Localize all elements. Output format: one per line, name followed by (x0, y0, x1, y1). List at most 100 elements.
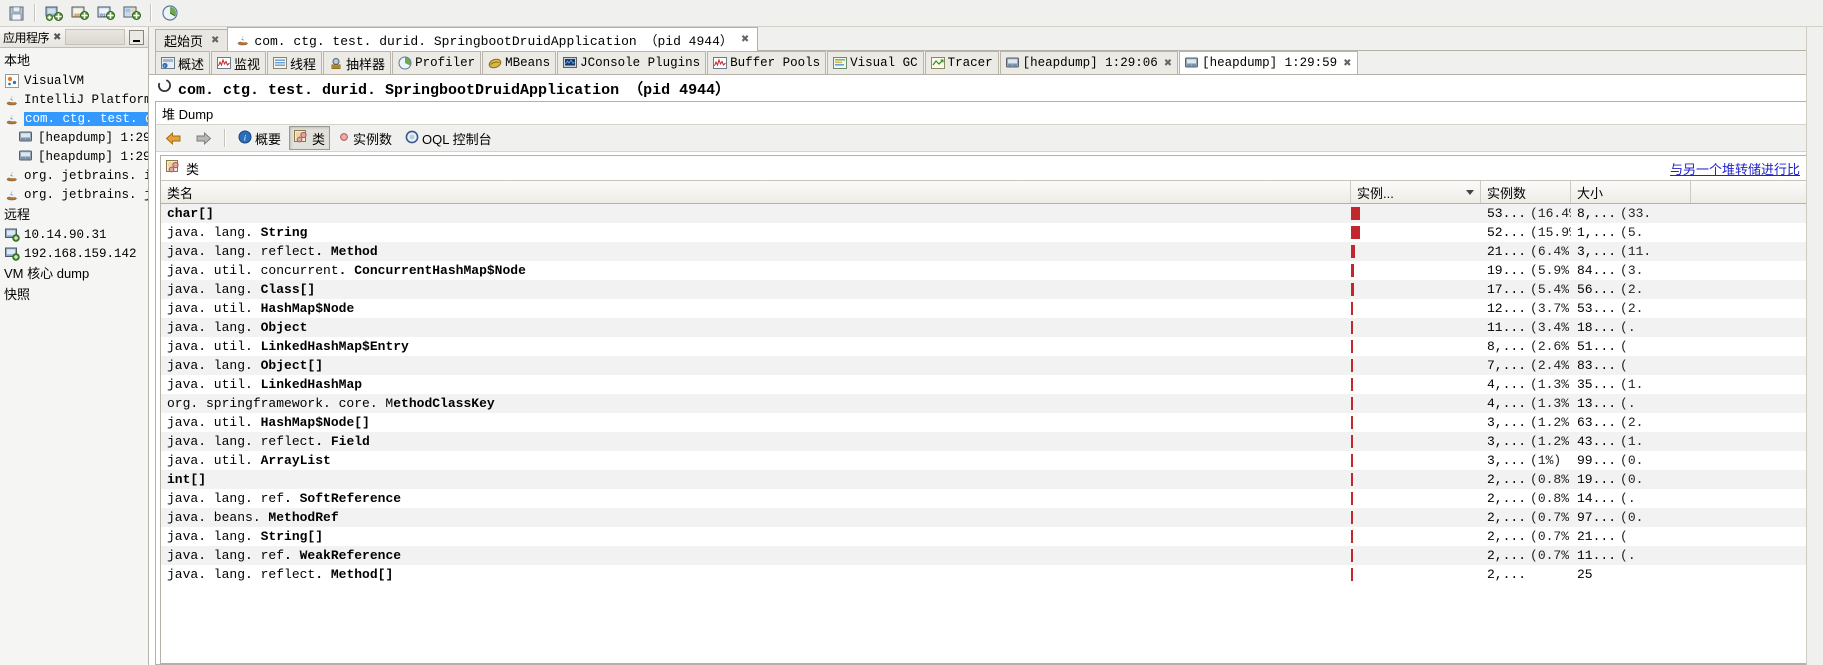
cell-instance-count: 2,...(0.8%) (1487, 491, 1571, 506)
column-header-class-name[interactable]: 类名 (161, 181, 1351, 203)
cell-instances-bar (1351, 492, 1481, 505)
tab-overview[interactable]: i 概述 (155, 51, 211, 74)
nav-button-label: OQL 控制台 (422, 131, 492, 147)
table-row[interactable]: java. lang. String[] 2,...(0.7%) 21...( (161, 527, 1806, 546)
cell-instance-count: 2,...(0.7%) (1487, 529, 1571, 544)
nav-button-label: 概要 (255, 131, 282, 147)
minimize-icon[interactable] (129, 29, 144, 45)
tree-item-jetbrains-idea[interactable]: org. jetbrains. idea. (0, 166, 148, 185)
profiler-snapshot-icon[interactable] (158, 1, 182, 25)
tab-springboot-druid-application[interactable]: com. ctg. test. durid. SpringbootDruidAp… (227, 27, 759, 51)
cell-instance-count: 21...(6.4%) (1487, 244, 1571, 259)
nav-button-label: 类 (312, 131, 326, 147)
table-row[interactable]: java. lang. Object[] 7,...(2.4%) 83...( (161, 356, 1806, 375)
table-row[interactable]: java. util. concurrent. ConcurrentHashMa… (161, 261, 1806, 280)
table-row[interactable]: int[] 2,...(0.8%) 19...(0. (161, 470, 1806, 489)
applications-panel: 应用程序 ✖ 本地 VisualVM IntelliJ Platform com… (0, 27, 149, 665)
table-row[interactable]: char[] 53...(16.4%) 8,...(33. (161, 204, 1806, 223)
tab-profiler[interactable]: Profiler (392, 51, 482, 74)
column-header-instance-count[interactable]: 实例数 (1481, 181, 1571, 203)
table-row[interactable]: java. lang. String 52...(15.9%) 1,...(5. (161, 223, 1806, 242)
close-icon[interactable]: ✖ (1343, 58, 1351, 69)
table-row[interactable]: java. lang. ref. WeakReference 2,... (0.7%… (161, 546, 1806, 565)
tab-label: MBeans (505, 56, 551, 70)
add-jmx-connection-icon[interactable]: JMX (68, 1, 92, 25)
tab-label: Profiler (415, 56, 476, 70)
tab-start-page[interactable]: 起始页 ✖ (155, 29, 229, 51)
nav-button-instances[interactable]: 实例数 (333, 126, 397, 150)
cell-instance-count: 8,...(2.6%) (1487, 339, 1571, 354)
instances-bar (1351, 264, 1355, 277)
table-row[interactable]: java. util. LinkedHashMap$Entry 8,... (2.6… (161, 337, 1806, 356)
table-row[interactable]: java. lang. Class[] 17...(5.4%) 56...(2. (161, 280, 1806, 299)
close-icon[interactable]: ✖ (1164, 58, 1172, 69)
panel-drag-grip[interactable] (65, 29, 125, 45)
close-icon[interactable]: ✖ (741, 34, 749, 45)
tree-item-jetbrains-jps[interactable]: org. jetbrains. jps. c (0, 185, 148, 204)
back-button[interactable] (160, 126, 187, 150)
nav-button-oql-console[interactable]: OQL 控制台 (400, 126, 497, 150)
table-row[interactable]: java. lang. reflect. Method[] 2,... 25 (161, 565, 1806, 584)
close-icon[interactable]: ✖ (211, 35, 219, 46)
overview-icon: i (161, 56, 175, 70)
java-icon (236, 33, 250, 47)
tab-heapdump-1-29-06[interactable]: [heapdump] 1:29:06 ✖ (999, 51, 1179, 74)
tab-label: Buffer Pools (730, 56, 821, 70)
tree-item-intellij-platform[interactable]: IntelliJ Platform ( (0, 90, 148, 109)
tab-label: Tracer (947, 56, 993, 70)
tree-item-visualvm[interactable]: VisualVM (0, 71, 148, 90)
svg-text:01: 01 (100, 13, 106, 19)
tree-item-heapdump-2[interactable]: [heapdump] 1:29:5 (0, 147, 148, 166)
tab-heapdump-1-29-59[interactable]: [heapdump] 1:29:59 ✖ (1179, 51, 1358, 74)
tree-item-springboot-druid-application[interactable]: com. ctg. test. durid. (0, 109, 148, 128)
table-row[interactable]: java. lang. Object 11...(3.4%) 18...(. (161, 318, 1806, 337)
column-header-label: 实例... (1357, 185, 1394, 201)
visualgc-icon (833, 56, 848, 70)
cell-size: 99... (0. (1577, 453, 1644, 468)
close-icon[interactable]: ✖ (53, 32, 61, 43)
column-header-instances-bar[interactable]: 实例... (1351, 181, 1481, 203)
tab-label: Visual GC (850, 56, 918, 70)
column-header-size[interactable]: 大小 (1571, 181, 1691, 203)
tab-label: [heapdump] 1:29:06 (1022, 56, 1158, 70)
table-row[interactable]: java. util. HashMap$Node[] 3,...(1.2%) 63.… (161, 413, 1806, 432)
tab-monitor[interactable]: 监视 (211, 51, 267, 74)
add-remote-host-icon[interactable]: 01 (94, 1, 118, 25)
table-row[interactable]: java. beans. MethodRef 2,...(0.7%) 97...(0… (161, 508, 1806, 527)
tab-visual-gc[interactable]: Visual GC (827, 51, 924, 74)
tab-tracer[interactable]: Tracer (924, 51, 999, 74)
tree-group-local: 本地 (4, 53, 31, 68)
process-icon (157, 78, 172, 98)
tree-item-heapdump-1[interactable]: [heapdump] 1:29:0 (0, 128, 148, 147)
cell-instance-count: 2,...(0.7%) (1487, 548, 1571, 563)
forward-button[interactable] (190, 126, 217, 150)
tool-tab-bar: i 概述 监视 线程 抽样器 Profiler MBeans JConsole … (149, 51, 1806, 75)
tab-mbeans[interactable]: MBeans (482, 51, 557, 74)
add-local-host-icon[interactable] (42, 1, 66, 25)
table-row[interactable]: java. lang. reflect. Field 3,...(1.2%) 43.… (161, 432, 1806, 451)
tab-buffer-pools[interactable]: Buffer Pools (707, 51, 827, 74)
table-row[interactable]: java. util. HashMap$Node 12...(3.7%) 53...… (161, 299, 1806, 318)
table-row[interactable]: java. lang. ref. SoftReference 2,... (0.8%… (161, 489, 1806, 508)
table-row[interactable]: java. util. LinkedHashMap 4,...(1.3%) 35..… (161, 375, 1806, 394)
tab-jconsole-plugins[interactable]: JConsole Plugins (557, 51, 707, 74)
compare-heapdump-link[interactable]: 与另一个堆转储进行比 (1670, 159, 1800, 178)
nav-button-classes[interactable]: 类 (289, 126, 331, 150)
oql-icon (405, 130, 419, 147)
cell-size: 97... (0. (1577, 510, 1644, 525)
tab-threads[interactable]: 线程 (267, 51, 323, 74)
table-row[interactable]: java. util. ArrayList 3,... (1%) 99... (0. (161, 451, 1806, 470)
nav-button-summary[interactable]: i 概要 (233, 126, 286, 150)
table-row[interactable]: java. lang. reflect. Method 21...(6.4%) 3,… (161, 242, 1806, 261)
nav-button-label: 实例数 (353, 131, 393, 147)
cell-instance-count: 3,...(1.2%) (1487, 434, 1571, 449)
tree-group-vm-coredump: VM 核心 dump (4, 266, 90, 281)
save-icon[interactable] (4, 1, 28, 25)
applications-tree[interactable]: 本地 VisualVM IntelliJ Platform com. ctg. … (0, 48, 148, 665)
tab-sampler[interactable]: 抽样器 (323, 51, 392, 74)
tree-item-remote-host-1[interactable]: 10.14.90.31 (0, 225, 148, 244)
tree-item-remote-host-2[interactable]: 192.168.159.142 (0, 244, 148, 263)
table-row[interactable]: org. springframework. core. MethodClassK… (161, 394, 1806, 413)
add-vm-coredump-icon[interactable] (120, 1, 144, 25)
classes-icon (166, 159, 181, 177)
